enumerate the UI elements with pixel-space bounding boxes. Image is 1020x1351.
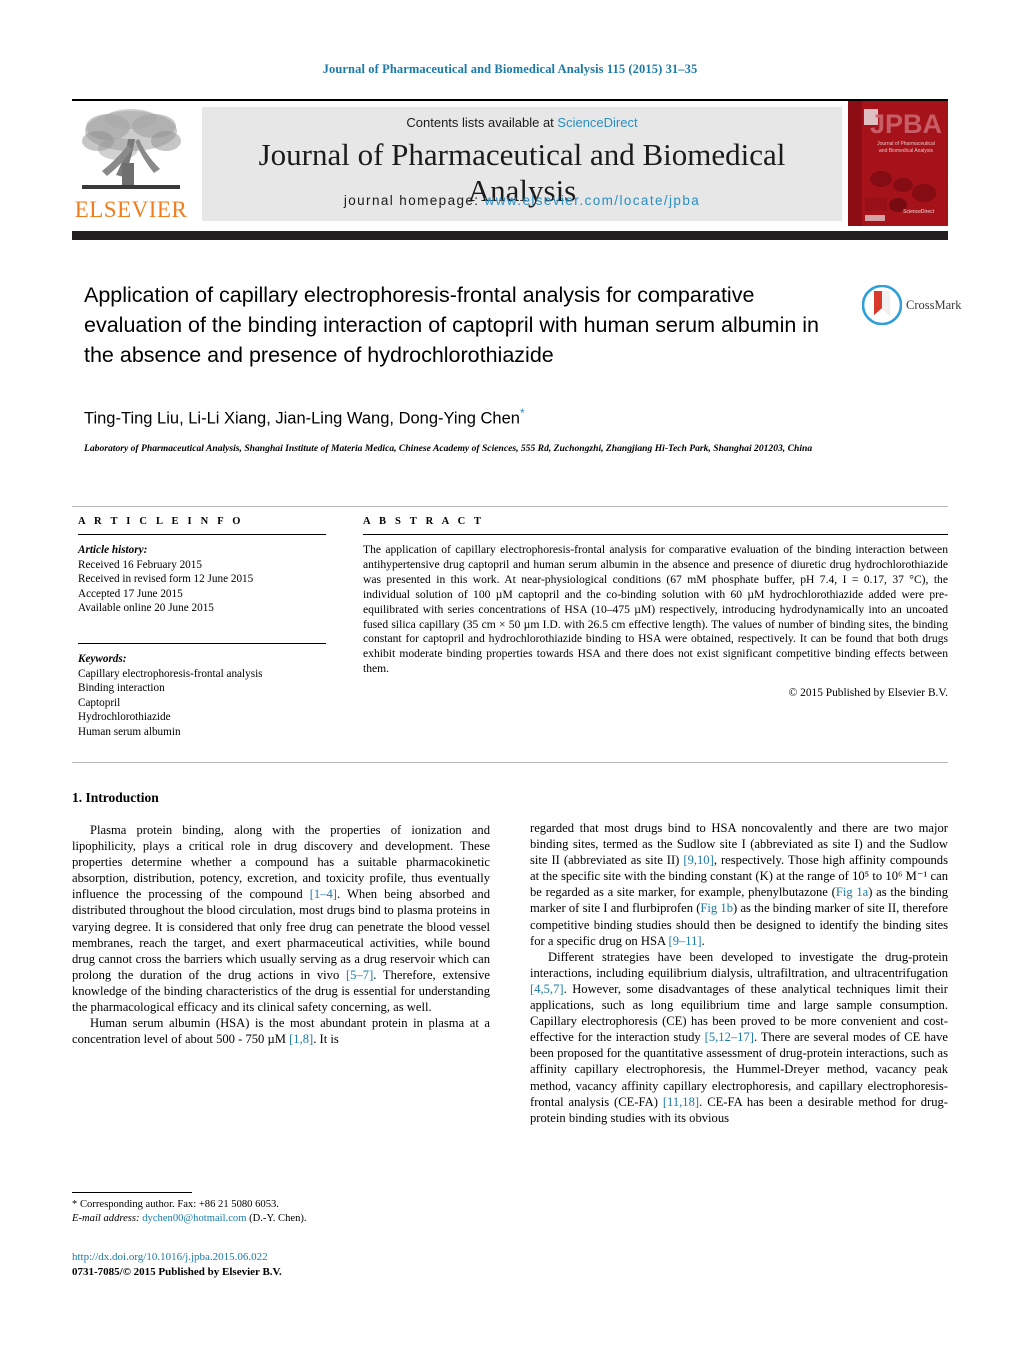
journal-homepage-line: journal homepage: www.elsevier.com/locat…	[202, 193, 842, 208]
corresponding-author-marker: *	[519, 406, 525, 420]
footnote-block: * Corresponding author. Fax: +86 21 5080…	[72, 1198, 502, 1226]
issn-copyright-line: 0731-7085/© 2015 Published by Elsevier B…	[72, 1265, 282, 1278]
contents-prefix: Contents lists available at	[406, 115, 558, 130]
crossmark-icon	[862, 285, 902, 325]
article-info-column: A R T I C L E I N F O Article history: R…	[78, 516, 326, 740]
article-info-rule	[78, 534, 326, 535]
abstract-band-bottom-rule	[72, 762, 948, 763]
running-head: Journal of Pharmaceutical and Biomedical…	[322, 62, 698, 76]
abstract-column: A B S T R A C T The application of capil…	[363, 516, 948, 699]
title-block: Application of capillary electrophoresis…	[84, 280, 844, 370]
contents-list-line: Contents lists available at ScienceDirec…	[202, 115, 842, 130]
corresponding-author-note: * Corresponding author. Fax: +86 21 5080…	[72, 1199, 279, 1210]
author-names: Ting-Ting Liu, Li-Li Xiang, Jian-Ling Wa…	[84, 409, 520, 428]
article-history-item: Accepted 17 June 2015	[78, 587, 183, 600]
section-heading-introduction: 1. Introduction	[72, 790, 159, 805]
keywords-rule	[78, 642, 326, 644]
abstract-band-top-rule	[72, 506, 948, 507]
doi-link[interactable]: http://dx.doi.org/10.1016/j.jpba.2015.06…	[72, 1250, 542, 1265]
paragraph: Plasma protein binding, along with the p…	[72, 823, 491, 1015]
sciencedirect-link[interactable]: ScienceDirect	[557, 115, 637, 130]
footnote-rule	[72, 1192, 192, 1193]
keyword-item: Hydrochlorothiazide	[78, 711, 171, 724]
abstract-rule	[363, 534, 948, 535]
svg-text:ScienceDirect: ScienceDirect	[903, 209, 934, 215]
keyword-item: Human serum albumin	[78, 725, 181, 738]
affiliation: Laboratory of Pharmaceutical Analysis, S…	[84, 443, 813, 454]
svg-text:and Biomedical Analysis: and Biomedical Analysis	[879, 148, 933, 154]
journal-article-page: Journal of Pharmaceutical and Biomedical…	[0, 0, 1020, 1351]
elsevier-logo: ELSEVIER	[72, 105, 190, 225]
keyword-item: Captopril	[78, 696, 121, 709]
email-note: E-mail address: dychen00@hotmail.com (D.…	[72, 1212, 502, 1226]
article-history-item: Available online 20 June 2015	[78, 602, 214, 615]
abstract-text: The application of capillary electrophor…	[363, 543, 948, 676]
crossmark-label: CrossMark	[906, 298, 962, 312]
homepage-url-link[interactable]: www.elsevier.com/locate/jpba	[485, 193, 701, 208]
article-history-label: Article history:	[78, 544, 148, 556]
journal-cover-art: JPBA Journal of Pharmaceutical and Biome…	[848, 101, 948, 226]
email-label: E-mail address:	[72, 1213, 140, 1224]
header-black-bar	[72, 231, 948, 240]
elsevier-wordmark: ELSEVIER	[74, 197, 188, 222]
article-history-item: Received in revised form 12 June 2015	[78, 573, 254, 586]
journal-cover-thumbnail: JPBA Journal of Pharmaceutical and Biome…	[848, 101, 948, 226]
paragraph: Human serum albumin (HSA) is the most ab…	[72, 1016, 490, 1047]
elsevier-tree-icon	[82, 109, 181, 189]
svg-text:JPBA: JPBA	[870, 109, 942, 139]
paragraph: regarded that most drugs bind to HSA non…	[530, 821, 949, 948]
crossmark-badge[interactable]: CrossMark	[862, 285, 962, 327]
keywords-label: Keywords:	[78, 652, 127, 665]
article-history-item: Received 16 February 2015	[78, 558, 202, 571]
footer-block: http://dx.doi.org/10.1016/j.jpba.2015.06…	[72, 1250, 542, 1279]
body-column-left: 1. Introduction Plasma protein binding, …	[72, 790, 490, 1047]
keyword-item: Capillary electrophoresis-frontal analys…	[78, 667, 263, 680]
paragraph: Different strategies have been developed…	[530, 949, 948, 1125]
author-list: Ting-Ting Liu, Li-Li Xiang, Jian-Ling Wa…	[84, 406, 884, 429]
homepage-label: journal homepage:	[343, 193, 480, 208]
journal-header: ELSEVIER Contents lists available at Sci…	[72, 101, 948, 226]
abstract-heading: A B S T R A C T	[363, 516, 485, 527]
article-info-heading: A R T I C L E I N F O	[78, 516, 244, 527]
abstract-copyright: © 2015 Published by Elsevier B.V.	[788, 687, 948, 700]
email-link[interactable]: dychen00@hotmail.com	[142, 1213, 246, 1224]
body-column-right: regarded that most drugs bind to HSA non…	[530, 820, 948, 1126]
email-owner: (D.-Y. Chen).	[249, 1213, 307, 1224]
svg-text:Journal of Pharmaceutical: Journal of Pharmaceutical	[877, 141, 935, 147]
keyword-item: Binding interaction	[78, 682, 165, 695]
journal-banner: Contents lists available at ScienceDirec…	[202, 107, 842, 221]
page-title: Application of capillary electrophoresis…	[84, 283, 820, 367]
